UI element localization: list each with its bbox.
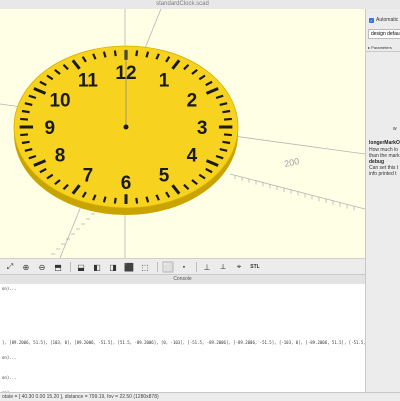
clock-number: 2 [187, 90, 198, 111]
center-pin [123, 124, 129, 130]
view-right-icon[interactable]: ◨ [107, 261, 119, 273]
minute-tick [102, 196, 107, 203]
view-toolbar: ⤢ ⊕ ⊖ ⬒ ⬓ ◧ ◨ ⬛ ⬚ ⬜ ⬝ ⊥ ⟂ ⌖ STL [0, 258, 365, 275]
console-line: on)... [2, 286, 17, 291]
preset-dropdown[interactable]: design defau [368, 29, 400, 39]
3d-viewport[interactable]: 200 12 1 2 3 4 5 6 7 8 9 10 11 [0, 9, 365, 258]
divider [366, 51, 400, 52]
toolbar-separator [196, 262, 197, 272]
toolbar-separator [157, 262, 158, 272]
clock-render: 20012 1234567891011 [0, 9, 365, 258]
clock-number: 10 [49, 90, 70, 111]
help-fragment: w [393, 126, 397, 132]
zoom-in-icon[interactable]: ⊕ [20, 261, 32, 273]
clock-number: 8 [55, 146, 66, 167]
clock-number: 1 [159, 70, 170, 91]
minute-tick [20, 133, 29, 137]
view-all-icon[interactable]: ⤢ [4, 261, 16, 273]
view-top-icon[interactable]: ⬒ [52, 261, 64, 273]
minute-tick [222, 140, 231, 145]
parameters-group-toggle[interactable]: ▸ Parameters [368, 45, 392, 50]
minute-tick [223, 117, 232, 121]
help-text-line: info printed t [369, 171, 397, 177]
automatic-preview-label: Automatic [376, 17, 399, 23]
clock-number: 4 [187, 146, 198, 167]
zoom-out-icon[interactable]: ⊖ [36, 261, 48, 273]
minute-tick [145, 51, 150, 58]
view-front-icon[interactable]: ⬛ [123, 261, 135, 273]
minute-tick [21, 140, 30, 145]
console-line: on)... [2, 375, 17, 380]
console-panel[interactable]: on)... ], [89.2006, 51.5], [103, 0], [89.… [0, 284, 390, 395]
show-scale-icon[interactable]: ⟂ [217, 261, 229, 273]
minute-tick [113, 50, 117, 57]
minute-tick [113, 197, 117, 204]
customizer-panel: ✓ Automatic design defau ▸ Parameters w … [365, 9, 400, 392]
window-title: standardClock.scad [156, 1, 209, 7]
clock-number: 3 [197, 118, 208, 139]
clock-number: 5 [159, 166, 170, 187]
axis-scale-label: 200 [283, 156, 300, 169]
view-left-icon[interactable]: ◧ [91, 261, 103, 273]
clock-number: 7 [83, 166, 94, 187]
clock-number: 6 [121, 173, 132, 194]
console-line: on)... [2, 355, 17, 360]
toolbar-separator [70, 262, 71, 272]
minute-tick [21, 109, 30, 114]
show-edges-icon[interactable]: ⌖ [233, 261, 245, 273]
minute-tick [222, 109, 231, 114]
show-axes-icon[interactable]: ⊥ [201, 261, 213, 273]
automatic-preview-checkbox[interactable]: ✓ [369, 18, 374, 23]
parameter-name: longerMarkO [369, 140, 400, 146]
minute-tick [102, 51, 107, 58]
clock-number: 11 [78, 70, 99, 91]
minute-tick [145, 196, 150, 203]
x-axis-scale-line [229, 173, 365, 210]
minute-tick [135, 50, 139, 57]
minute-tick [20, 117, 29, 121]
view-bottom-icon[interactable]: ⬓ [75, 261, 87, 273]
orthogonal-icon[interactable]: ⬝ [178, 261, 190, 273]
export-stl-button[interactable]: STL [249, 261, 261, 273]
view-back-icon[interactable]: ⬚ [139, 261, 151, 273]
clock-number: 9 [45, 118, 56, 139]
perspective-icon[interactable]: ⬜ [162, 261, 174, 273]
minute-tick [135, 197, 139, 204]
minute-tick [223, 133, 232, 137]
console-line: ], [89.2006, 51.5], [103, 0], [89.2006, … [2, 340, 390, 345]
